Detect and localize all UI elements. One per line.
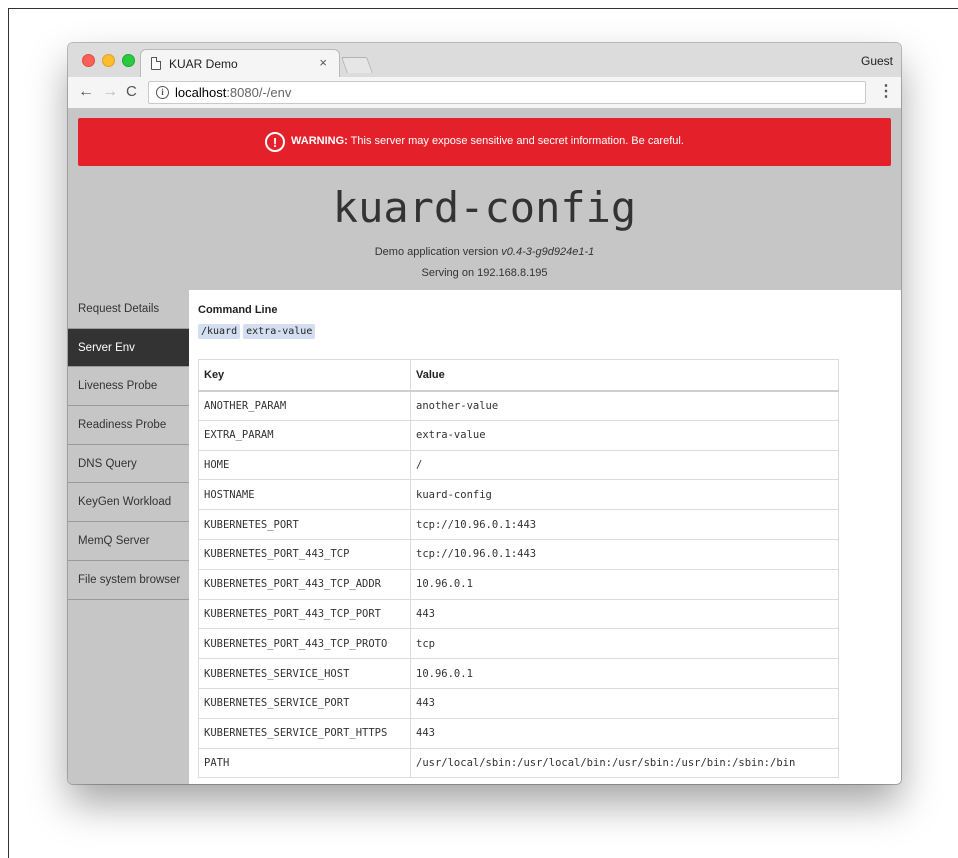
close-window-button[interactable] [82, 54, 95, 67]
env-value: 443 [410, 717, 839, 749]
table-row: ANOTHER_PARAM another-value [198, 390, 839, 421]
browser-tab[interactable]: KUAR Demo × [140, 49, 340, 77]
env-value: / [410, 449, 839, 481]
table-row: HOME / [198, 449, 839, 481]
table-row: KUBERNETES_SERVICE_HOST 10.96.0.1 [198, 658, 839, 689]
minimize-window-button[interactable] [102, 54, 115, 67]
env-key: KUBERNETES_PORT_443_TCP_ADDR [198, 568, 411, 600]
main-content: Command Line /kuard extra-value Key Value… [189, 290, 901, 784]
browser-toolbar: ← → C i localhost:8080/-/env ⋮ [68, 77, 901, 109]
env-table: Key Value ANOTHER_PARAM another-value EXT… [198, 359, 839, 779]
warning-icon: ! [265, 132, 285, 152]
env-value: 10.96.0.1 [410, 568, 839, 600]
command-line-heading: Command Line [198, 304, 278, 316]
env-key: KUBERNETES_SERVICE_PORT [198, 687, 411, 719]
env-value: another-value [410, 390, 839, 421]
env-value: 443 [410, 687, 839, 719]
sidebar: Request Details Server Env Liveness Prob… [68, 290, 189, 784]
table-row: PATH/usr/local/sbin:/usr/local/bin:/usr/… [198, 747, 839, 779]
env-key: KUBERNETES_PORT_443_TCP [198, 538, 411, 570]
column-header-value: Value [410, 359, 839, 392]
env-key: KUBERNETES_SERVICE_PORT_HTTPS [198, 717, 411, 749]
new-tab-button[interactable] [341, 57, 373, 73]
table-row: KUBERNETES_SERVICE_PORT_HTTPS 443 [198, 717, 839, 749]
sidebar-item-keygen-workload[interactable]: KeyGen Workload [68, 483, 189, 523]
browser-menu-icon[interactable]: ⋮ [878, 83, 894, 101]
document-icon [151, 57, 161, 70]
forward-arrow-icon[interactable]: → [102, 82, 118, 102]
command-arg: extra-value [243, 324, 316, 339]
env-value: kuard-config [410, 479, 839, 511]
env-value: tcp://10.96.0.1:443 [410, 538, 839, 570]
title-bar: KUAR Demo × Guest [68, 43, 901, 77]
env-key: EXTRA_PARAM [198, 419, 411, 451]
page-viewport: ! WARNING: This server may expose sensit… [68, 109, 901, 784]
url-path: :8080/-/env [226, 85, 292, 100]
table-row: KUBERNETES_SERVICE_PORT 443 [198, 687, 839, 719]
version-prefix: Demo application version [374, 246, 502, 258]
table-row: KUBERNETES_PORT_443_TCP_ADDR 10.96.0.1 [198, 568, 839, 600]
table-header-row: Key Value [198, 359, 839, 392]
sidebar-item-readiness-probe[interactable]: Readiness Probe [68, 406, 189, 445]
warning-banner: ! WARNING: This server may expose sensit… [78, 118, 891, 166]
table-row: KUBERNETES_PORT tcp://10.96.0.1:443 [198, 509, 839, 540]
table-row: KUBERNETES_PORT_443_TCP_PROTO tcp [198, 628, 839, 660]
sidebar-item-server-env[interactable]: Server Env [68, 328, 189, 368]
url-text[interactable]: localhost:8080/-/env [175, 85, 291, 100]
env-key: ANOTHER_PARAM [198, 390, 411, 421]
env-key: HOSTNAME [198, 479, 411, 511]
command-arg: /kuard [198, 324, 241, 339]
address-bar[interactable]: i localhost:8080/-/env [148, 81, 866, 104]
env-value: /usr/local/sbin:/usr/local/bin:/usr/sbin… [410, 747, 839, 779]
page-header: ! WARNING: This server may expose sensit… [68, 109, 901, 290]
browser-window: KUAR Demo × Guest ← → C i localhost:8080… [68, 43, 901, 784]
reload-icon[interactable]: C [126, 82, 137, 102]
profile-label[interactable]: Guest [861, 54, 893, 68]
url-host: localhost [175, 85, 227, 100]
env-value: tcp [410, 628, 839, 660]
maximize-window-button[interactable] [122, 54, 135, 67]
table-row: KUBERNETES_PORT_443_TCP tcp://10.96.0.1:4… [198, 538, 839, 570]
sidebar-item-file-system-browser[interactable]: File system browser [68, 561, 189, 600]
version-line: Demo application version v0.4-3-g9d924e1… [68, 246, 901, 258]
env-value: 443 [410, 598, 839, 630]
close-tab-icon[interactable]: × [319, 56, 327, 70]
table-row: EXTRA_PARAM extra-value [198, 419, 839, 451]
env-value: 10.96.0.1 [410, 658, 839, 689]
sidebar-item-request-details[interactable]: Request Details [68, 290, 189, 329]
env-key: KUBERNETES_PORT [198, 509, 411, 540]
version-value: v0.4-3-g9d924e1-1 [501, 246, 595, 258]
warning-label: WARNING: [291, 135, 348, 147]
sidebar-item-dns-query[interactable]: DNS Query [68, 445, 189, 484]
page-title: kuard-config [332, 183, 637, 232]
back-arrow-icon[interactable]: ← [78, 82, 94, 102]
env-value: extra-value [410, 419, 839, 451]
warning-message: This server may expose sensitive and sec… [347, 135, 684, 147]
env-key: KUBERNETES_PORT_443_TCP_PROTO [198, 628, 411, 660]
table-row: HOSTNAME kuard-config [198, 479, 839, 511]
sidebar-item-liveness-probe[interactable]: Liveness Probe [68, 367, 189, 407]
env-key: KUBERNETES_PORT_443_TCP_PORT [198, 598, 411, 630]
env-key: KUBERNETES_SERVICE_HOST [198, 658, 411, 689]
env-value: tcp://10.96.0.1:443 [410, 509, 839, 540]
table-row: KUBERNETES_PORT_443_TCP_PORT 443 [198, 598, 839, 630]
env-key: HOME [198, 449, 411, 481]
sidebar-item-memq-server[interactable]: MemQ Server [68, 522, 189, 561]
info-icon[interactable]: i [156, 86, 169, 99]
column-header-key: Key [198, 359, 411, 392]
command-line-args: /kuard extra-value [198, 321, 318, 339]
serving-line: Serving on 192.168.8.195 [421, 267, 548, 279]
warning-text: WARNING: This server may expose sensitiv… [291, 135, 684, 147]
env-key: PATH [198, 747, 411, 779]
tab-title: KUAR Demo [169, 57, 238, 71]
